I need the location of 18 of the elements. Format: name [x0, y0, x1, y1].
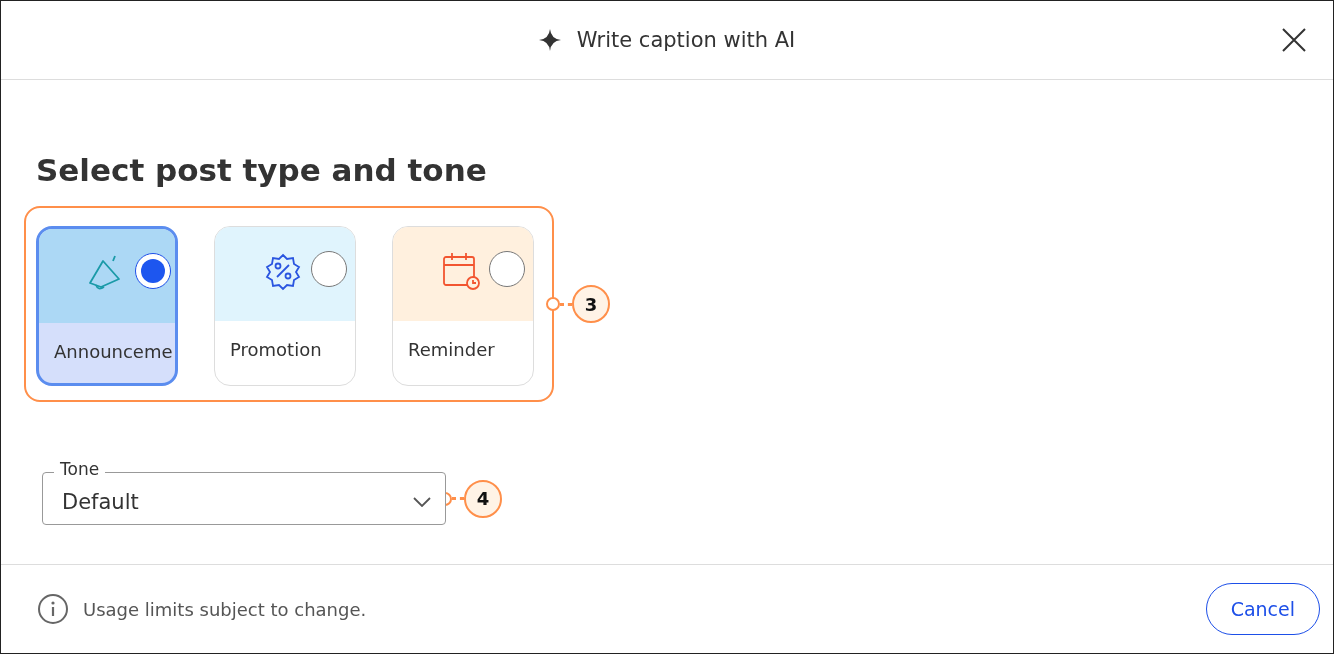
cancel-button[interactable]: Cancel — [1205, 583, 1320, 635]
info-icon — [37, 593, 69, 625]
post-type-card[interactable]: Announceme — [36, 226, 178, 386]
radio-button[interactable] — [135, 253, 171, 289]
post-type-card[interactable]: Promotion — [214, 226, 356, 386]
callout-number: 3 — [572, 285, 610, 323]
dialog-title: Write caption with AI — [576, 28, 796, 52]
discount-badge-icon — [263, 251, 303, 291]
post-type-card[interactable]: Reminder — [392, 226, 534, 386]
chevron-down-icon — [413, 496, 431, 507]
close-icon[interactable] — [1281, 27, 1307, 53]
radio-button[interactable] — [489, 251, 525, 287]
usage-note: Usage limits subject to change. — [83, 598, 368, 620]
calendar-clock-icon — [441, 251, 481, 291]
sparkle-icon — [538, 29, 561, 51]
callout-number: 4 — [464, 479, 502, 518]
radio-button[interactable] — [311, 251, 347, 287]
section-heading: Select post type and tone — [36, 152, 488, 188]
